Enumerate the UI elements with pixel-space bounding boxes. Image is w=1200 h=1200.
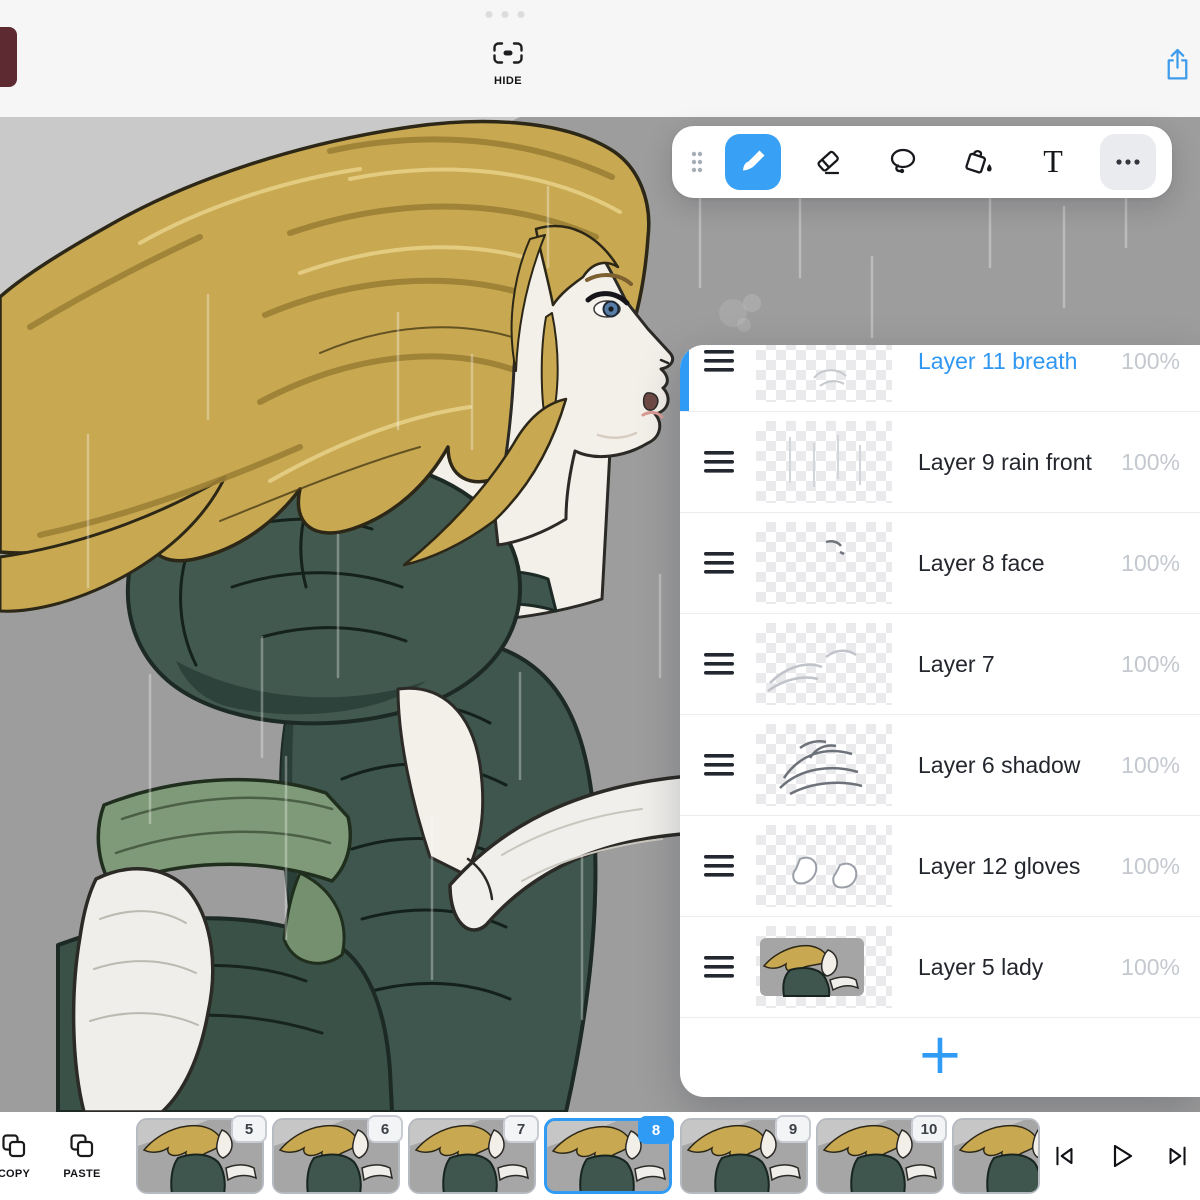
layer-drag-handle-icon[interactable]: [704, 853, 736, 879]
layer-drag-handle-icon[interactable]: [704, 752, 736, 778]
layer-row-gloves[interactable]: Layer 12 gloves 100%: [680, 816, 1200, 917]
fill-tool-button[interactable]: [950, 134, 1006, 190]
layer-row-breath[interactable]: Layer 11 breath 100%: [680, 345, 1200, 412]
play-icon: [1104, 1139, 1138, 1173]
layer-opacity: 100%: [1121, 752, 1180, 779]
hide-label: HIDE: [494, 75, 522, 87]
layer-opacity: 100%: [1121, 348, 1180, 375]
layer-row-7[interactable]: Layer 7 100%: [680, 614, 1200, 715]
copy-label: COPY: [0, 1168, 30, 1180]
frame-number-badge: 7: [503, 1115, 539, 1143]
layer-name: Layer 11 breath: [918, 348, 1077, 375]
layer-name: Layer 12 gloves: [918, 853, 1080, 880]
grip-dots-icon: [690, 149, 704, 175]
fill-bucket-icon: [962, 147, 994, 177]
layer-name: Layer 7: [918, 651, 995, 678]
layer-drag-handle-icon[interactable]: [704, 449, 736, 475]
layer-name: Layer 9 rain front: [918, 449, 1092, 476]
frame-thumbnail-6[interactable]: 6: [272, 1118, 400, 1194]
frame-thumbnail-5[interactable]: 5: [136, 1118, 264, 1194]
brush-tool-button[interactable]: [725, 134, 781, 190]
lasso-icon: [888, 147, 918, 177]
layers-panel: Layer 11 breath 100% Layer 9 rain front …: [680, 345, 1200, 1097]
hide-viewfinder-icon: [492, 41, 524, 68]
text-tool-icon: T: [1038, 146, 1068, 178]
paste-button[interactable]: PASTE: [50, 1132, 114, 1180]
eraser-tool-button[interactable]: [800, 134, 856, 190]
layer-name: Layer 8 face: [918, 550, 1045, 577]
layer-row-face[interactable]: Layer 8 face 100%: [680, 513, 1200, 614]
tool-bar: T: [672, 126, 1172, 198]
layer-drag-handle-icon[interactable]: [704, 954, 736, 980]
share-icon: [1164, 69, 1191, 84]
layer-opacity: 100%: [1121, 954, 1180, 981]
timeline-bar: COPY PASTE 5 6: [0, 1112, 1200, 1200]
layer-name: Layer 6 shadow: [918, 752, 1080, 779]
frame-thumbnail-7[interactable]: 7: [408, 1118, 536, 1194]
layer-opacity: 100%: [1121, 651, 1180, 678]
share-button[interactable]: [1164, 48, 1191, 84]
frame-thumbnail-10[interactable]: 10: [816, 1118, 944, 1194]
layer-name: Layer 5 lady: [918, 954, 1043, 981]
playback-controls: [1050, 1139, 1192, 1173]
layer-thumbnail: [756, 421, 892, 503]
text-tool-button[interactable]: T: [1025, 134, 1081, 190]
layer-thumbnail: [756, 926, 892, 1008]
frame-number-badge: 10: [911, 1115, 947, 1143]
brush-icon: [738, 147, 768, 177]
layer-drag-handle-icon[interactable]: [704, 651, 736, 677]
layer-drag-handle-icon[interactable]: [704, 348, 736, 374]
frame-number-badge: 9: [775, 1115, 811, 1143]
layer-opacity: 100%: [1121, 550, 1180, 577]
layer-row-lady[interactable]: Layer 5 lady 100%: [680, 917, 1200, 1018]
layer-thumbnail: [756, 724, 892, 806]
layer-thumbnail: [756, 522, 892, 604]
layer-opacity: 100%: [1121, 853, 1180, 880]
more-tools-button[interactable]: [1100, 134, 1156, 190]
frame-number-badge: 8: [638, 1116, 674, 1144]
skip-to-end-icon: [1164, 1142, 1192, 1170]
layer-list: Layer 11 breath 100% Layer 9 rain front …: [680, 345, 1200, 1018]
svg-text:T: T: [1043, 146, 1063, 178]
frame-number-badge: 5: [231, 1115, 267, 1143]
ellipsis-icon: [1109, 147, 1147, 177]
frame-thumbnail-9[interactable]: 9: [680, 1118, 808, 1194]
frame-number-badge: 6: [367, 1115, 403, 1143]
lasso-tool-button[interactable]: [875, 134, 931, 190]
eraser-icon: [813, 147, 843, 177]
frame-thumbnail-8-selected[interactable]: 8: [544, 1118, 672, 1194]
skip-to-start-icon: [1050, 1142, 1078, 1170]
layer-drag-handle-icon[interactable]: [704, 550, 736, 576]
frame-strip: 5 6 7 8: [136, 1118, 1040, 1194]
selected-layer-indicator: [680, 345, 689, 411]
edge-partial-icon: [0, 27, 17, 87]
layer-thumbnail: [756, 825, 892, 907]
skip-to-start-button[interactable]: [1050, 1142, 1078, 1170]
play-button[interactable]: [1104, 1139, 1138, 1173]
top-drag-dots-icon: [486, 11, 525, 18]
frame-thumbnail-partial[interactable]: [952, 1118, 1040, 1194]
toolbar-drag-handle[interactable]: [688, 146, 706, 178]
layer-thumbnail: [756, 345, 892, 402]
paste-label: PASTE: [63, 1168, 100, 1180]
paste-icon: [68, 1132, 96, 1163]
frame-art: [954, 1120, 1038, 1192]
layer-row-rain-front[interactable]: Layer 9 rain front 100%: [680, 412, 1200, 513]
skip-to-end-button[interactable]: [1164, 1142, 1192, 1170]
copy-icon: [0, 1132, 28, 1163]
layer-row-shadow[interactable]: Layer 6 shadow 100%: [680, 715, 1200, 816]
add-layer-button[interactable]: +: [907, 1027, 974, 1083]
layer-opacity: 100%: [1121, 449, 1180, 476]
hide-button[interactable]: HIDE: [492, 41, 524, 87]
top-bar: HIDE: [0, 0, 1200, 117]
app-screen: HIDE: [0, 0, 1200, 1200]
copy-button[interactable]: COPY: [0, 1132, 46, 1180]
layer-thumbnail: [756, 623, 892, 705]
